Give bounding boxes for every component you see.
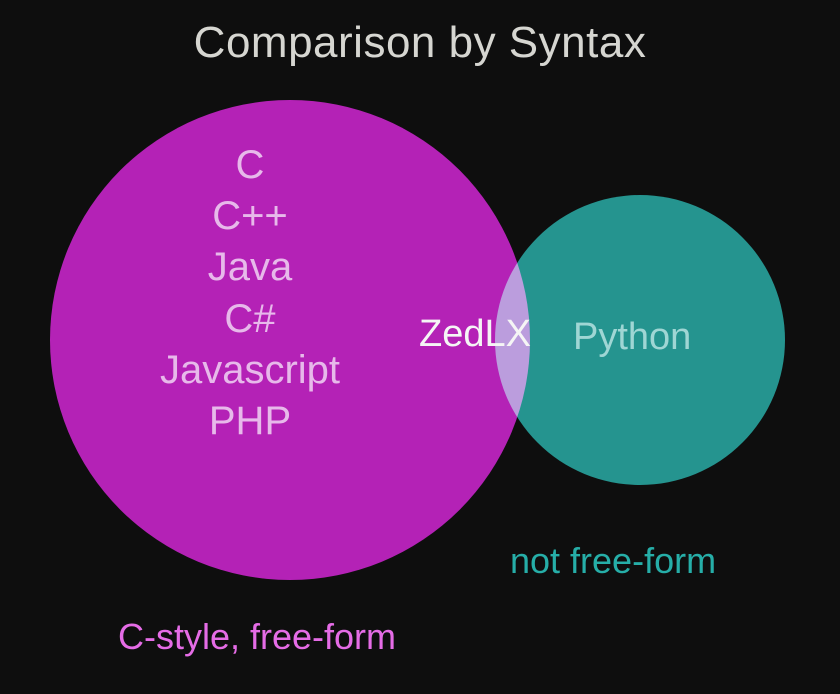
left-set-caption: C-style, free-form <box>118 616 396 658</box>
venn-diagram: Comparison by Syntax C C++ Java C# Javas… <box>0 0 840 694</box>
list-item: C# <box>105 294 395 345</box>
diagram-title: Comparison by Syntax <box>0 18 840 68</box>
list-item: Javascript <box>105 345 395 396</box>
list-item: C <box>105 140 395 191</box>
list-item: Java <box>105 242 395 293</box>
left-set-items: C C++ Java C# Javascript PHP <box>105 140 395 447</box>
list-item: PHP <box>105 396 395 447</box>
right-set-caption: not free-form <box>510 540 716 582</box>
intersection-label: ZedLX <box>419 313 531 356</box>
right-set-item: Python <box>573 316 691 359</box>
list-item: C++ <box>105 191 395 242</box>
